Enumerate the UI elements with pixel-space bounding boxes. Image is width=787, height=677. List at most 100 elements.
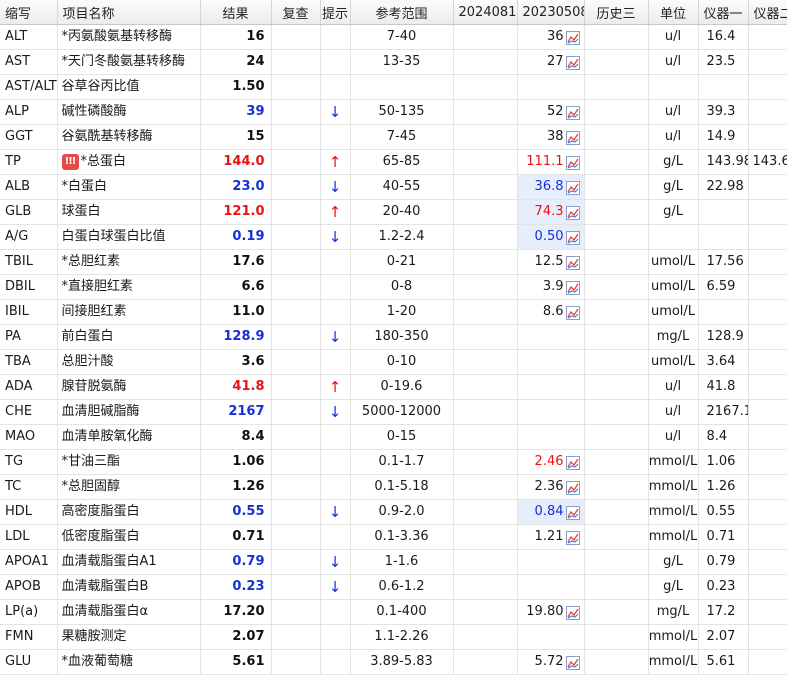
cell-recheck[interactable] bbox=[271, 449, 321, 475]
column-header-code[interactable]: 缩写 bbox=[0, 0, 58, 25]
trend-chart-icon[interactable] bbox=[565, 30, 580, 45]
table-row[interactable]: LDL 低密度脂蛋白 0.71 0.1-3.36 1.21 mmol/L 0.71 bbox=[0, 524, 787, 550]
item-name-label: *总胆固醇 bbox=[61, 479, 121, 494]
cell-recheck[interactable] bbox=[271, 149, 321, 175]
column-header-hint[interactable]: 提示 bbox=[320, 0, 351, 25]
cell-recheck[interactable] bbox=[271, 124, 321, 150]
table-row[interactable]: TBIL *总胆红素 17.6 0-21 12.5 umol/L 17.56 bbox=[0, 249, 787, 275]
cell-unit: mg/L bbox=[648, 324, 699, 350]
cell-instrument-2 bbox=[748, 424, 787, 450]
cell-recheck[interactable] bbox=[271, 499, 321, 525]
table-row[interactable]: DBIL *直接胆红素 6.6 0-8 3.9 umol/L 6.59 bbox=[0, 274, 787, 300]
cell-item-name: 谷草谷丙比值 bbox=[57, 74, 201, 100]
cell-history-2 bbox=[517, 574, 585, 600]
trend-chart-icon[interactable] bbox=[565, 205, 580, 220]
cell-recheck[interactable] bbox=[271, 474, 321, 500]
table-row[interactable]: TP!!!*总蛋白144.0↑65-85111.1g/L143.98143.69 bbox=[0, 149, 787, 175]
table-row[interactable]: ALP 碱性磷酸酶 39 ↓ 50-135 52 u/l 39.3 bbox=[0, 99, 787, 125]
cell-instrument-2 bbox=[748, 199, 787, 225]
column-header-instrument-2[interactable]: 仪器二 bbox=[748, 0, 787, 25]
history-value: 36 bbox=[546, 29, 564, 44]
cell-recheck[interactable] bbox=[271, 49, 321, 75]
cell-recheck[interactable] bbox=[271, 424, 321, 450]
cell-recheck[interactable] bbox=[271, 624, 321, 650]
trend-chart-icon[interactable] bbox=[565, 55, 580, 70]
trend-chart-icon[interactable] bbox=[565, 605, 580, 620]
trend-chart-icon[interactable] bbox=[565, 530, 580, 545]
cell-recheck[interactable] bbox=[271, 274, 321, 300]
trend-chart-icon[interactable] bbox=[565, 505, 580, 520]
column-header-result[interactable]: 结果 bbox=[200, 0, 272, 25]
trend-chart-icon[interactable] bbox=[565, 305, 580, 320]
trend-chart-icon[interactable] bbox=[565, 130, 580, 145]
column-header-name[interactable]: 项目名称 bbox=[57, 0, 201, 25]
cell-reference-range: 0.1-400 bbox=[350, 599, 454, 625]
column-header-range[interactable]: 参考范围 bbox=[350, 0, 454, 25]
cell-history-2 bbox=[517, 424, 585, 450]
cell-recheck[interactable] bbox=[271, 74, 321, 100]
column-header-history-1[interactable]: 20240816 bbox=[453, 0, 518, 25]
column-header-history-3[interactable]: 历史三 bbox=[584, 0, 649, 25]
table-row[interactable]: AST *天门冬酸氨基转移酶 24 13-35 27 u/l 23.5 bbox=[0, 49, 787, 75]
table-row[interactable]: A/G 白蛋白球蛋白比值 0.19 ↓ 1.2-2.4 0.50 bbox=[0, 224, 787, 250]
table-row[interactable]: APOA1 血清载脂蛋白A1 0.79 ↓ 1-1.6 g/L 0.79 bbox=[0, 549, 787, 575]
item-name-label: 果糖胺测定 bbox=[61, 629, 127, 644]
cell-recheck[interactable] bbox=[271, 649, 321, 675]
column-header-recheck[interactable]: 复查 bbox=[271, 0, 321, 25]
table-row[interactable]: PA 前白蛋白 128.9 ↓ 180-350 mg/L 128.9 bbox=[0, 324, 787, 350]
cell-recheck[interactable] bbox=[271, 249, 321, 275]
cell-item-name: *总胆红素 bbox=[57, 249, 201, 275]
cell-result: 121.0 bbox=[200, 199, 272, 225]
item-name-label: *血液葡萄糖 bbox=[61, 654, 134, 669]
table-row[interactable]: ADA 腺苷脱氨酶 41.8 ↑ 0-19.6 u/l 41.8 bbox=[0, 374, 787, 400]
cell-result: 2.07 bbox=[200, 624, 272, 650]
table-row[interactable]: LP(a) 血清载脂蛋白α 17.20 0.1-400 19.80 mg/L 17.2 bbox=[0, 599, 787, 625]
column-header-unit[interactable]: 单位 bbox=[648, 0, 699, 25]
column-header-history-2[interactable]: 20230508 bbox=[517, 0, 585, 25]
cell-recheck[interactable] bbox=[271, 374, 321, 400]
trend-chart-icon[interactable] bbox=[565, 655, 580, 670]
cell-recheck[interactable] bbox=[271, 299, 321, 325]
table-row[interactable]: CHE 血清胆碱脂酶 2167 ↓ 5000-12000 u/l 2167.1 bbox=[0, 399, 787, 425]
cell-recheck[interactable] bbox=[271, 399, 321, 425]
cell-recheck[interactable] bbox=[271, 574, 321, 600]
trend-chart-icon[interactable] bbox=[565, 230, 580, 245]
trend-chart-icon[interactable] bbox=[565, 480, 580, 495]
table-row[interactable]: FMN 果糖胺测定 2.07 1.1-2.26 mmol/L 2.07 bbox=[0, 624, 787, 650]
cell-reference-range: 5000-12000 bbox=[350, 399, 454, 425]
trend-chart-icon[interactable] bbox=[565, 255, 580, 270]
table-row[interactable]: MAO 血清单胺氧化酶 8.4 0-15 u/l 8.4 bbox=[0, 424, 787, 450]
cell-unit: u/l bbox=[648, 424, 699, 450]
table-row[interactable]: ALT *丙氨酸氨基转移酶 16 7-40 36 u/l 16.4 bbox=[0, 24, 787, 50]
trend-chart-icon[interactable] bbox=[565, 155, 580, 170]
trend-chart-icon[interactable] bbox=[565, 455, 580, 470]
cell-code: IBIL bbox=[0, 299, 58, 325]
table-row[interactable]: HDL 高密度脂蛋白 0.55 ↓ 0.9-2.0 0.84 mmol/L 0.55 bbox=[0, 499, 787, 525]
trend-chart-icon[interactable] bbox=[565, 280, 580, 295]
table-row[interactable]: GGT 谷氨酰基转移酶 15 7-45 38 u/l 14.9 bbox=[0, 124, 787, 150]
trend-chart-icon[interactable] bbox=[565, 180, 580, 195]
cell-recheck[interactable] bbox=[271, 349, 321, 375]
cell-recheck[interactable] bbox=[271, 24, 321, 50]
cell-recheck[interactable] bbox=[271, 599, 321, 625]
table-row[interactable]: GLU *血液葡萄糖 5.61 3.89-5.83 5.72 mmol/L 5.61 bbox=[0, 649, 787, 675]
cell-recheck[interactable] bbox=[271, 524, 321, 550]
history-value: 12.5 bbox=[534, 254, 564, 269]
column-header-instrument-1[interactable]: 仪器一 bbox=[698, 0, 749, 25]
table-row[interactable]: IBIL 间接胆红素 11.0 1-20 8.6 umol/L bbox=[0, 299, 787, 325]
cell-recheck[interactable] bbox=[271, 549, 321, 575]
table-row[interactable]: AST/ALT 谷草谷丙比值 1.50 bbox=[0, 74, 787, 100]
cell-hint bbox=[320, 449, 351, 475]
cell-recheck[interactable] bbox=[271, 99, 321, 125]
table-row[interactable]: TC *总胆固醇 1.26 0.1-5.18 2.36 mmol/L 1.26 bbox=[0, 474, 787, 500]
cell-recheck[interactable] bbox=[271, 174, 321, 200]
table-row[interactable]: APOB 血清载脂蛋白B 0.23 ↓ 0.6-1.2 g/L 0.23 bbox=[0, 574, 787, 600]
cell-recheck[interactable] bbox=[271, 324, 321, 350]
table-row[interactable]: GLB 球蛋白 121.0 ↑ 20-40 74.3 g/L bbox=[0, 199, 787, 225]
table-row[interactable]: TBA 总胆汁酸 3.6 0-10 umol/L 3.64 bbox=[0, 349, 787, 375]
table-row[interactable]: TG *甘油三酯 1.06 0.1-1.7 2.46 mmol/L 1.06 bbox=[0, 449, 787, 475]
cell-recheck[interactable] bbox=[271, 199, 321, 225]
cell-recheck[interactable] bbox=[271, 224, 321, 250]
table-row[interactable]: ALB *白蛋白 23.0 ↓ 40-55 36.8 g/L 22.98 bbox=[0, 174, 787, 200]
trend-chart-icon[interactable] bbox=[565, 105, 580, 120]
